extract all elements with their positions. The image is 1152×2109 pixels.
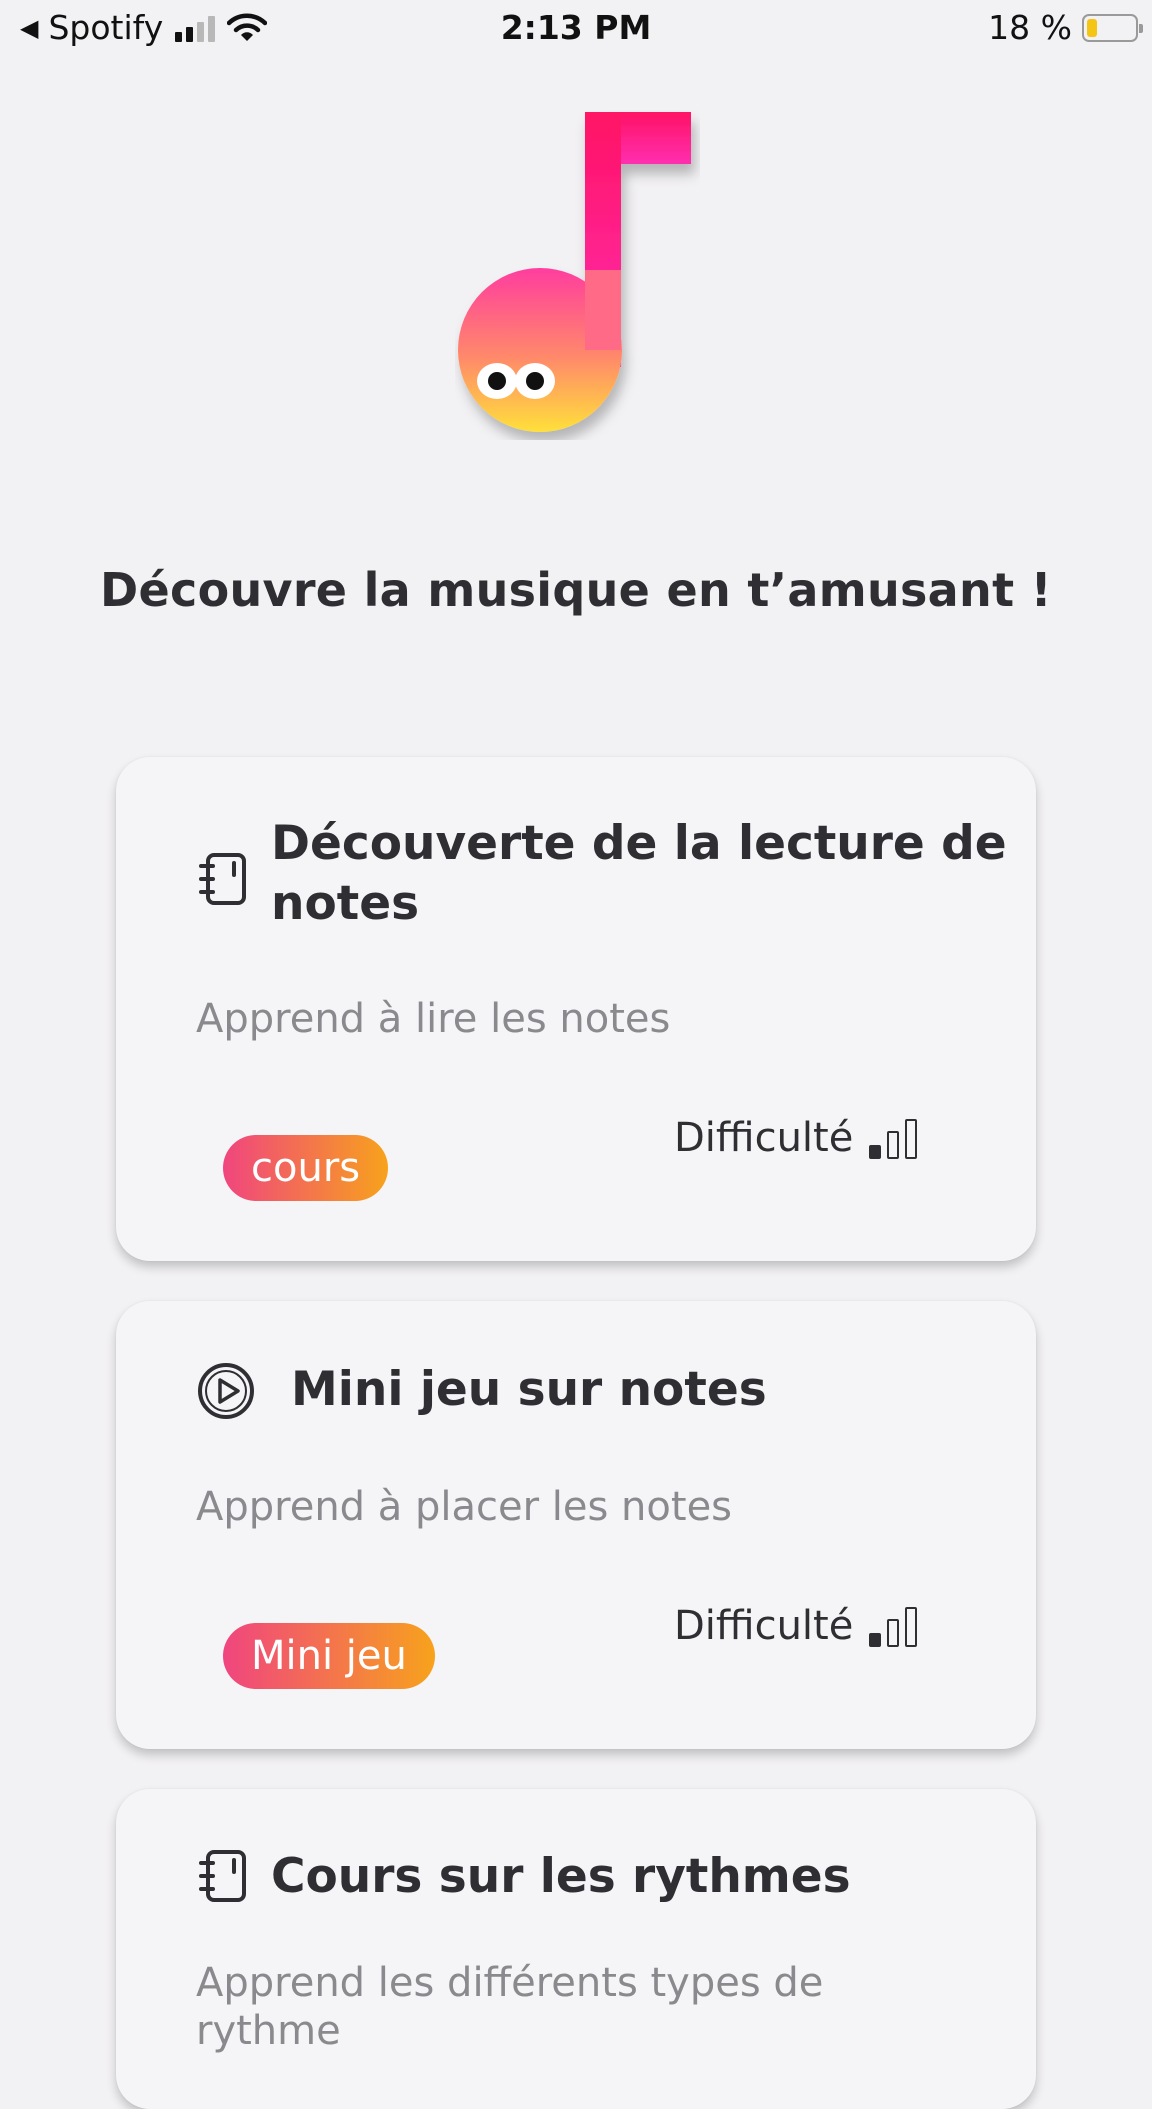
- card-title: Mini jeu sur notes: [291, 1362, 767, 1417]
- difficulty-label: Difficulté: [674, 1603, 854, 1649]
- card-title: Cours sur les rythmes: [271, 1849, 851, 1904]
- music-note-mascot-icon: [458, 112, 691, 432]
- headline: Découvre la musique en t’amusant !: [100, 563, 1052, 617]
- battery-percentage: 18 %: [988, 8, 1072, 47]
- play-circle-icon: [198, 1363, 254, 1419]
- card-description: Apprend les différents types de rythme: [196, 1960, 824, 2054]
- tag-badge: Mini jeu: [223, 1623, 435, 1689]
- difficulty-bars-icon: [869, 1117, 918, 1159]
- card-description: Apprend à lire les notes: [196, 996, 671, 1042]
- card-rhythm-course[interactable]: Cours sur les rythmes Apprend les différ…: [116, 1789, 1036, 2109]
- card-note-mini-game[interactable]: Mini jeu sur notes Apprend à placer les …: [116, 1301, 1036, 1749]
- card-description: Apprend à placer les notes: [196, 1484, 733, 1530]
- tag-badge: cours: [223, 1135, 389, 1201]
- difficulty-indicator: Difficulté: [674, 1603, 918, 1649]
- notebook-icon: [199, 853, 246, 905]
- battery-icon: [1082, 13, 1143, 42]
- difficulty-label: Difficulté: [674, 1115, 854, 1161]
- battery-status: 18 %: [988, 8, 1143, 47]
- notebook-icon: [199, 1850, 246, 1902]
- clock: 2:13 PM: [500, 8, 652, 47]
- difficulty-indicator: Difficulté: [674, 1115, 918, 1161]
- difficulty-bars-icon: [869, 1605, 918, 1647]
- card-title: Découverte de la lecture de notes: [271, 816, 1007, 931]
- status-bar: ◀ Spotify 2:13 PM 18 %: [0, 0, 1152, 60]
- card-note-reading[interactable]: Découverte de la lecture de notes Appren…: [116, 757, 1036, 1261]
